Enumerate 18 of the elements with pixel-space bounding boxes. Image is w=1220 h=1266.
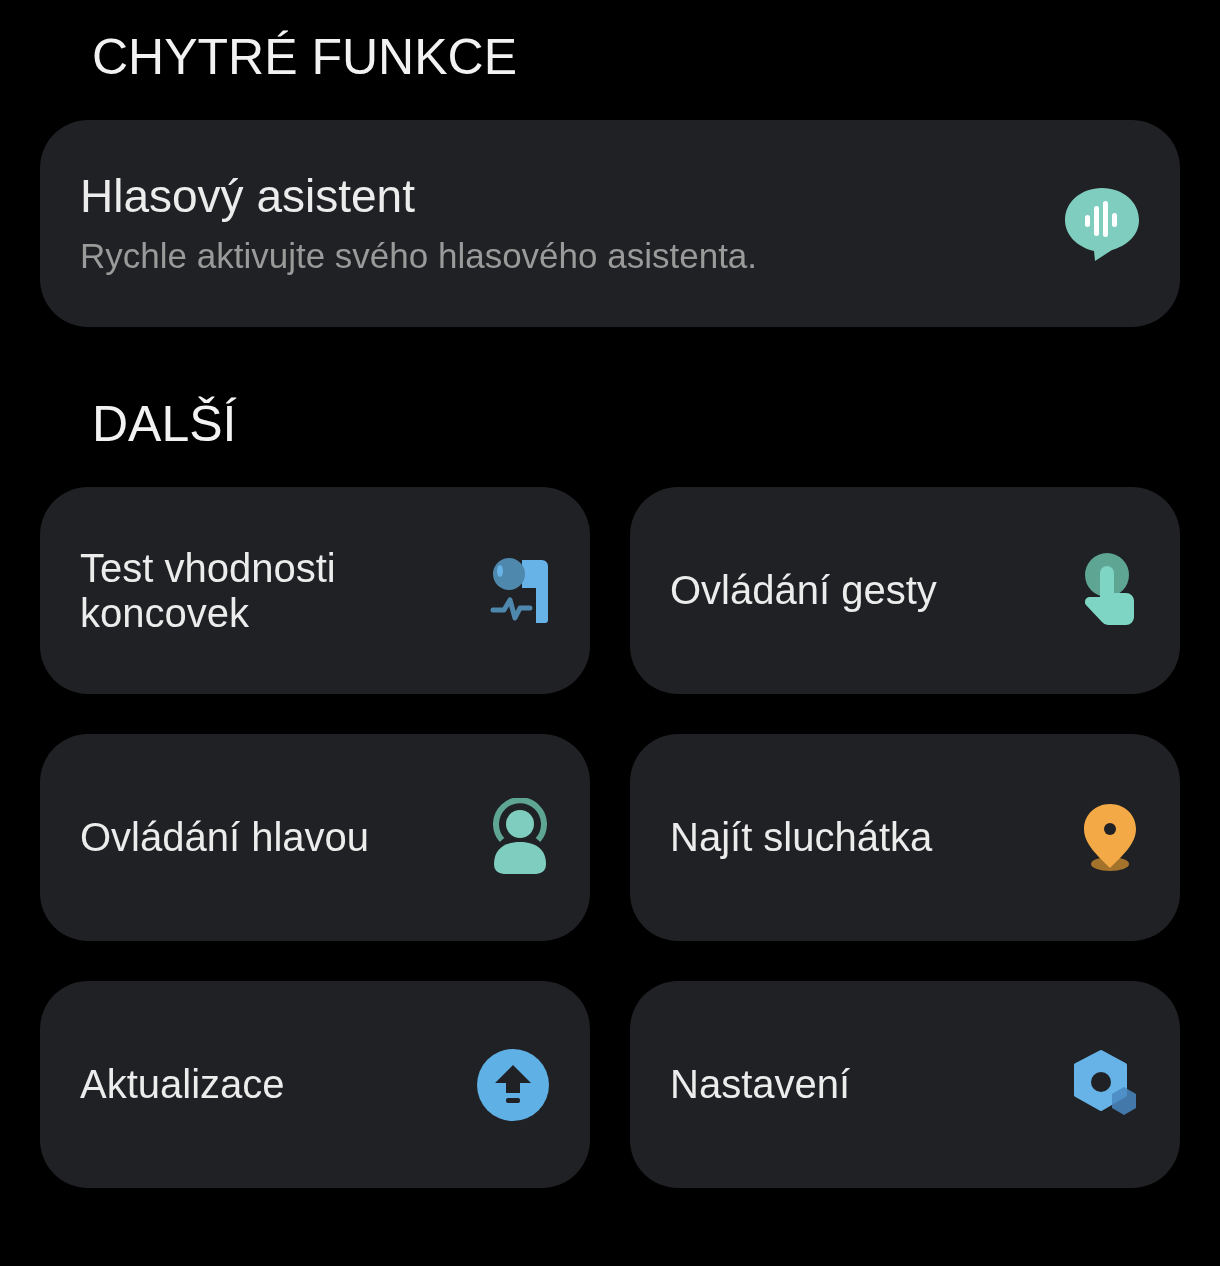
feature-title: Test vhodnosti koncovek bbox=[80, 545, 337, 636]
feature-card[interactable]: Hlasový asistent Rychle aktivujte svého hlasového asistenta. bbox=[40, 120, 1180, 327]
feature-card[interactable]: Test vhodnosti koncovek bbox=[40, 487, 590, 694]
feature-title: Aktualizace bbox=[80, 1062, 285, 1107]
feature-card[interactable]: Aktualizace bbox=[40, 981, 590, 1188]
feature-title: Ovládání hlavou bbox=[80, 815, 370, 860]
section-heading: CHYTRÉ FUNKCE bbox=[91, 28, 519, 87]
feature-title: Ovládání gesty bbox=[670, 568, 937, 613]
feature-card[interactable]: Nastavení bbox=[630, 981, 1180, 1188]
feature-title: Nastavení bbox=[670, 1062, 851, 1107]
feature-card[interactable]: Najít sluchátka bbox=[630, 734, 1180, 941]
feature-description: Rychle aktivujte svého hlasového asistenta. bbox=[80, 236, 758, 277]
feature-card[interactable]: Ovládání gesty bbox=[630, 487, 1180, 694]
feature-title: Hlasový asistent bbox=[80, 170, 416, 223]
section-heading: DALŠÍ bbox=[91, 395, 238, 454]
feature-title: Najít sluchátka bbox=[670, 815, 933, 860]
feature-card[interactable]: Ovládání hlavou bbox=[40, 734, 590, 941]
earbud-icon bbox=[490, 555, 550, 626]
